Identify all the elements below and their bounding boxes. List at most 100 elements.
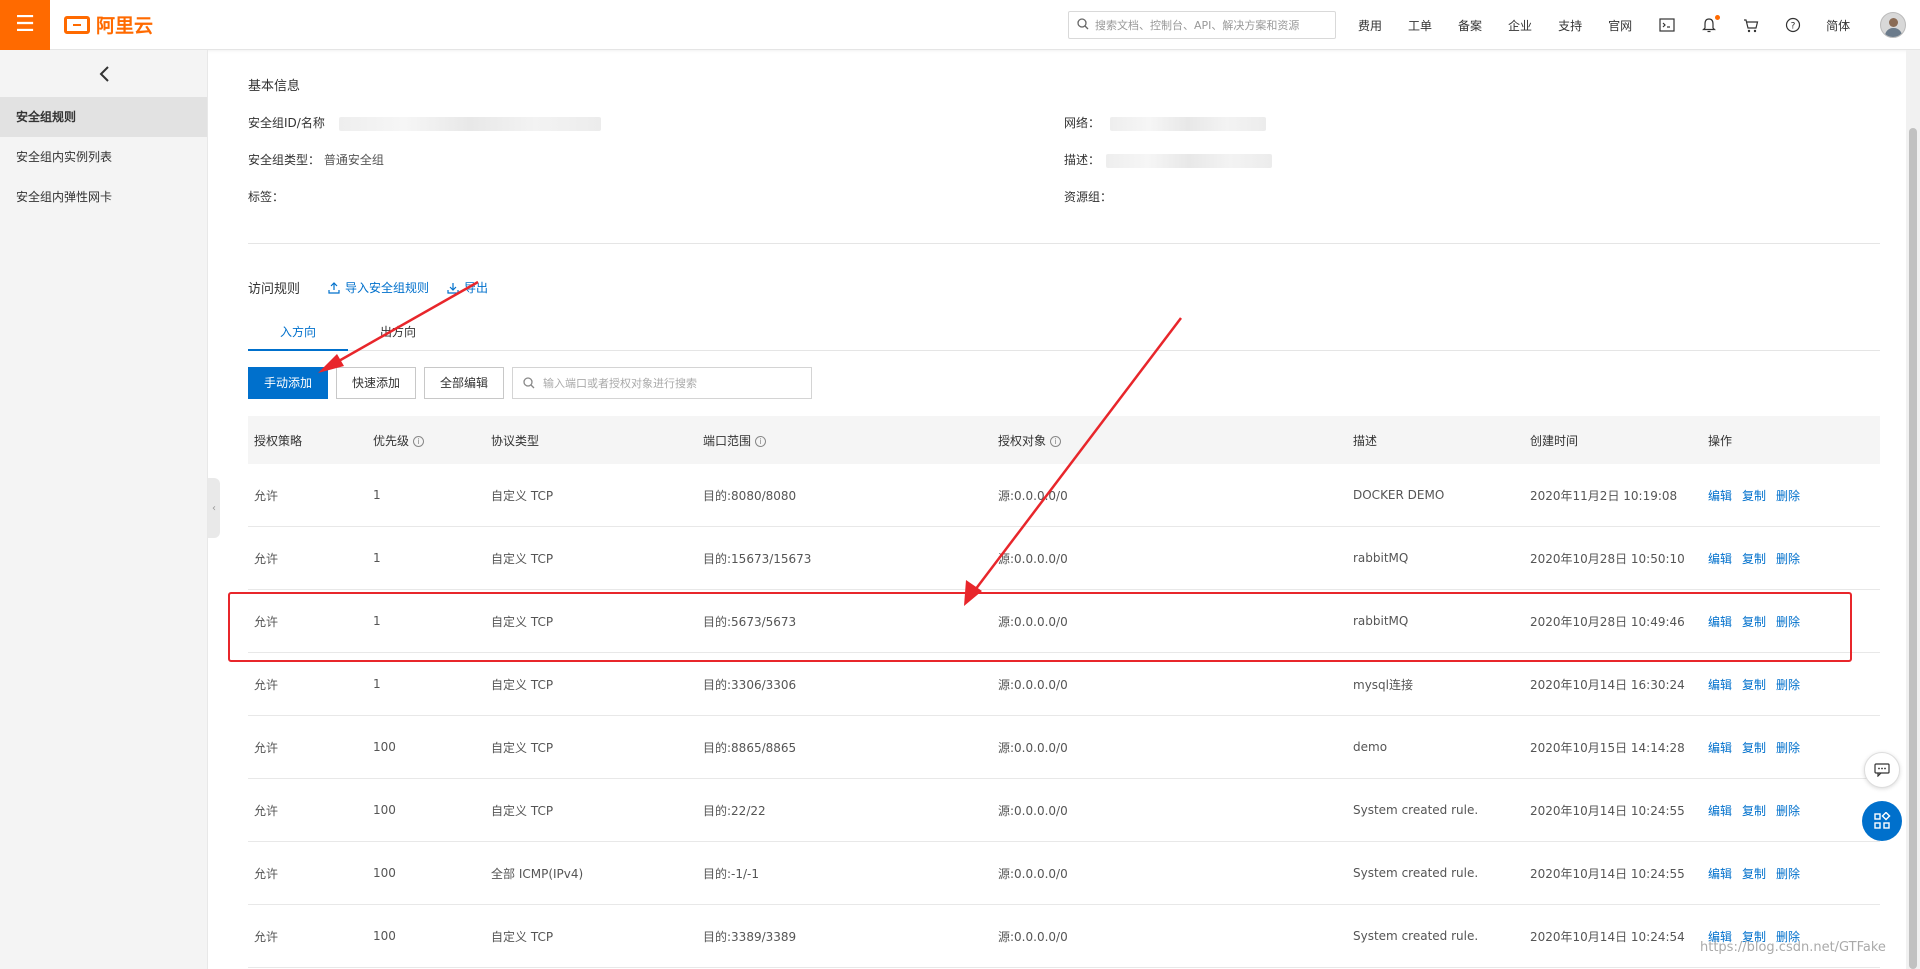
edit-all-button[interactable]: 全部编辑 [424,367,505,399]
rule-actions: 编辑 复制 删除 [1702,550,1880,567]
rule-description: rabbitMQ [1353,551,1409,565]
rule-target: 源:0.0.0.0/0 [998,803,1068,818]
edit-rule-link[interactable]: 编辑 [1708,867,1732,881]
watermark: https://blog.csdn.net/GTFake [1700,940,1886,955]
global-search-input[interactable]: 搜索文档、控制台、API、解决方案和资源 [1068,11,1336,39]
chat-icon [1874,763,1890,777]
rule-created-time: 2020年10月14日 10:24:54 [1530,929,1685,944]
delete-rule-link[interactable]: 删除 [1776,552,1800,566]
resource-group-label: 资源组： [1064,190,1113,204]
rule-actions: 编辑 复制 删除 [1702,802,1880,819]
page-scrollbar[interactable] [1906,50,1920,969]
sidebar-item-security-group-rules[interactable]: 安全组规则 [0,97,207,137]
desc-row: 描述： [1064,151,1272,168]
sg-type-row: 安全组类型： 普通安全组 [248,151,384,168]
rule-protocol: 自定义 TCP [491,803,554,818]
export-link[interactable]: 导出 [447,279,488,296]
nav-website[interactable]: 官网 [1608,17,1632,34]
col-created: 创建时间 [1530,433,1579,448]
info-icon[interactable]: i [755,435,767,447]
cart-icon[interactable] [1742,16,1760,34]
rule-port-range: 目的:3306/3306 [703,677,797,692]
rule-priority: 1 [373,488,381,502]
edit-rule-link[interactable]: 编辑 [1708,678,1732,692]
tags-label: 标签： [248,190,285,204]
copy-rule-link[interactable]: 复制 [1742,741,1766,755]
sidebar-item-enis[interactable]: 安全组内弹性网卡 [0,177,207,217]
col-protocol: 协议类型 [491,433,540,448]
copy-rule-link[interactable]: 复制 [1742,552,1766,566]
sg-type-label: 安全组类型： [248,153,321,167]
chevron-left-icon [99,65,109,82]
copy-rule-link[interactable]: 复制 [1742,804,1766,818]
rule-target: 源:0.0.0.0/0 [998,488,1068,503]
rule-priority: 100 [373,929,396,943]
rule-actions: 编辑 复制 删除 [1702,865,1880,882]
quick-add-button[interactable]: 快速添加 [336,367,417,399]
hamburger-menu-button[interactable]: ☰ [0,0,50,50]
rule-priority: 1 [373,677,381,691]
sg-id-row: 安全组ID/名称 [248,114,601,131]
nav-fees[interactable]: 费用 [1358,17,1382,34]
delete-rule-link[interactable]: 删除 [1776,678,1800,692]
language-switch[interactable]: 简体 [1826,17,1850,34]
bell-icon[interactable] [1700,15,1721,34]
copy-rule-link[interactable]: 复制 [1742,489,1766,503]
copy-rule-link[interactable]: 复制 [1742,867,1766,881]
delete-rule-link[interactable]: 删除 [1776,741,1800,755]
import-rules-link[interactable]: 导入安全组规则 [328,279,429,296]
rule-description: rabbitMQ [1353,614,1409,628]
sg-type-value: 普通安全组 [323,153,384,167]
sidebar-collapse-handle[interactable]: ‹ [208,478,220,538]
info-icon[interactable]: i [413,435,425,447]
delete-rule-link[interactable]: 删除 [1776,489,1800,503]
copy-rule-link[interactable]: 复制 [1742,615,1766,629]
rule-actions: 编辑 复制 删除 [1702,613,1880,630]
logo-text: 阿里云 [96,15,154,37]
tab-outbound[interactable]: 出方向 [348,318,448,351]
scrollbar-thumb[interactable] [1909,128,1917,969]
delete-rule-link[interactable]: 删除 [1776,615,1800,629]
copy-rule-link[interactable]: 复制 [1742,678,1766,692]
nav-tickets[interactable]: 工单 [1408,17,1432,34]
user-avatar[interactable] [1880,12,1906,38]
apps-button[interactable] [1862,801,1902,841]
table-row: 允许 100 自定义 TCP 目的:8865/8865 源:0.0.0.0/0 demo 2… [248,716,1880,779]
edit-rule-link[interactable]: 编辑 [1708,615,1732,629]
table-header: 授权策略 优先级 i 协议类型 端口范围 i 授权对象 i 描述 创建时间 操作 [248,416,1880,464]
rules-search-input[interactable]: 输入端口或者授权对象进行搜索 [512,367,813,399]
manual-add-button[interactable]: 手动添加 [248,367,329,399]
col-priority: 优先级 i [367,432,485,449]
rule-policy: 允许 [254,677,279,692]
aliyun-logo[interactable]: 阿里云 [64,11,153,38]
terminal-icon[interactable] [1658,16,1676,34]
nav-support[interactable]: 支持 [1558,17,1582,34]
rule-policy: 允许 [254,740,279,755]
edit-rule-link[interactable]: 编辑 [1708,552,1732,566]
delete-rule-link[interactable]: 删除 [1776,867,1800,881]
chevron-left-small-icon: ‹ [212,502,216,514]
rule-port-range: 目的:5673/5673 [703,614,797,629]
edit-rule-link[interactable]: 编辑 [1708,741,1732,755]
feedback-button[interactable] [1864,752,1900,788]
import-rules-label: 导入安全组规则 [345,281,430,295]
col-port: 端口范围 i [697,432,992,449]
rule-port-range: 目的:22/22 [703,803,766,818]
delete-rule-link[interactable]: 删除 [1776,804,1800,818]
col-policy: 授权策略 [254,433,303,448]
back-button[interactable] [0,50,207,97]
info-icon[interactable]: i [1050,435,1062,447]
tab-inbound[interactable]: 入方向 [248,318,348,351]
upload-icon [328,281,340,294]
nav-enterprise[interactable]: 企业 [1508,17,1532,34]
edit-rule-link[interactable]: 编辑 [1708,804,1732,818]
export-label: 导出 [464,281,489,295]
rule-target: 源:0.0.0.0/0 [998,614,1068,629]
rule-port-range: 目的:-1/-1 [703,866,760,881]
edit-rule-link[interactable]: 编辑 [1708,489,1732,503]
sidebar-item-instances[interactable]: 安全组内实例列表 [0,137,207,177]
rule-priority: 1 [373,551,381,565]
nav-icp[interactable]: 备案 [1458,17,1482,34]
help-icon[interactable]: ? [1784,16,1802,34]
rule-created-time: 2020年10月14日 10:24:55 [1530,803,1685,818]
